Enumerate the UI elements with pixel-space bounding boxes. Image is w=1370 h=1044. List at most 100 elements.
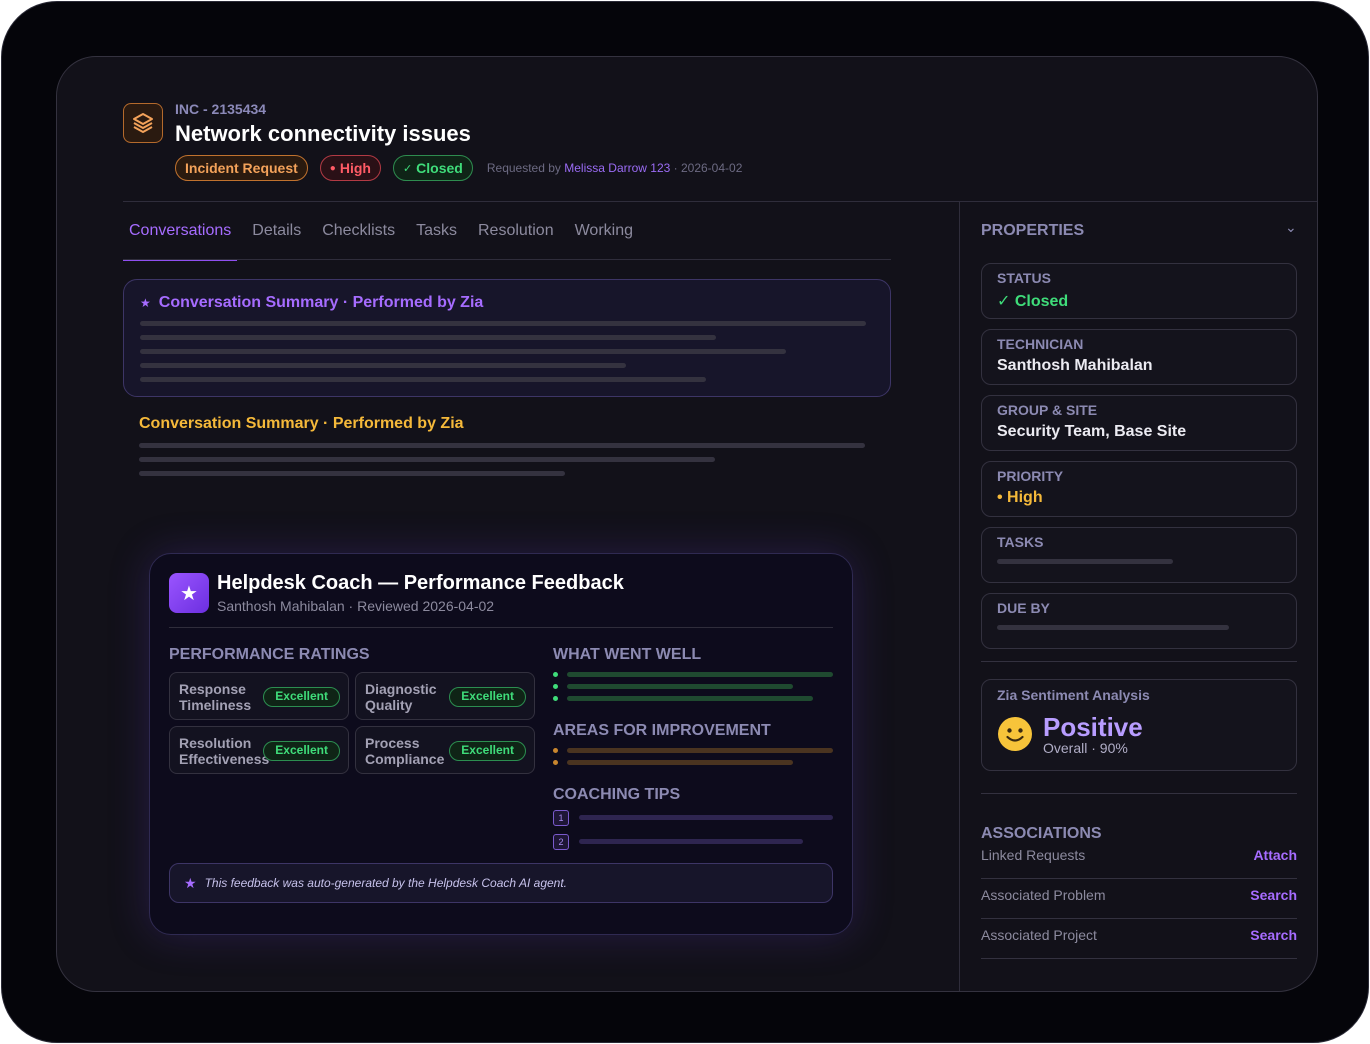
device-frame: INC - 2135434 Network connectivity issue…: [1, 1, 1369, 1043]
property-value: Security Team, Base Site: [997, 423, 1187, 440]
text-placeholder: [567, 672, 833, 677]
property-value: • High: [997, 489, 1043, 506]
association-name: Linked Requests: [981, 847, 1086, 863]
text-placeholder: [140, 321, 866, 326]
tab-conversations[interactable]: Conversations: [123, 221, 238, 261]
app-screen: INC - 2135434 Network connectivity issue…: [56, 56, 1318, 992]
zia-sentiment-card: Zia Sentiment Analysis Positive Overall …: [981, 679, 1297, 771]
ratings-heading: PERFORMANCE RATINGS: [169, 646, 370, 663]
bullet-amber: [553, 748, 558, 753]
text-placeholder: [997, 625, 1229, 630]
coach-star-icon: ★: [169, 573, 209, 613]
rating-value: Excellent: [449, 687, 526, 707]
property-priority[interactable]: PRIORITY • High: [981, 461, 1297, 517]
property-label: TECHNICIAN: [997, 336, 1084, 352]
sentiment-divider: [981, 793, 1297, 794]
rating-response-timeliness: Response Timeliness Excellent: [169, 672, 349, 720]
rating-value: Excellent: [263, 741, 340, 761]
conversation-summary-card: ★ Conversation Summary · Performed by Zia: [123, 279, 891, 397]
incident-title: Network connectivity issues: [175, 121, 471, 146]
sentiment-value: Positive: [1043, 712, 1143, 742]
rating-value: Excellent: [263, 687, 340, 707]
text-placeholder: [567, 760, 793, 765]
text-placeholder: [139, 471, 565, 476]
tab-tasks[interactable]: Tasks: [410, 221, 463, 261]
incident-id: INC - 2135434: [175, 101, 267, 117]
bullet-green: [553, 696, 558, 701]
rating-diagnostic-quality: Diagnostic Quality Excellent: [355, 672, 535, 720]
search-link[interactable]: Search: [1250, 927, 1297, 943]
text-placeholder: [579, 815, 833, 820]
summary-title: ★ Conversation Summary · Performed by Zia: [140, 294, 483, 312]
property-label: DUE BY: [997, 600, 1050, 616]
star-icon: ★: [184, 874, 197, 891]
tip-number: 1: [553, 810, 569, 826]
footnote-text: This feedback was auto-generated by the …: [204, 876, 568, 890]
tip-number: 2: [553, 834, 569, 850]
association-problem: Associated Problem Search: [981, 879, 1297, 919]
text-placeholder: [139, 457, 715, 462]
text-placeholder: [579, 839, 803, 844]
tips-heading: COACHING TIPS: [553, 786, 681, 803]
association-project: Associated Project Search: [981, 919, 1297, 959]
property-label: TASKS: [997, 534, 1044, 550]
chevron-down-icon[interactable]: ⌄: [1285, 219, 1297, 236]
type-badge: Incident Request: [175, 155, 308, 181]
priority-dot-icon: ●: [329, 162, 336, 174]
property-value: ✓ Closed: [997, 293, 1069, 310]
coach-title: Helpdesk Coach — Performance Feedback: [217, 572, 624, 594]
requester-link[interactable]: Melissa Darrow 123: [564, 161, 670, 175]
status-badge-label: Closed: [416, 160, 463, 176]
smiley-icon: [998, 717, 1032, 751]
tab-checklists[interactable]: Checklists: [316, 221, 401, 261]
search-link[interactable]: Search: [1250, 887, 1297, 903]
requested-date: · 2026-04-02: [673, 161, 743, 175]
requested-by: Requested by Melissa Darrow 123 · 2026-0…: [487, 161, 743, 175]
bullet-amber: [553, 760, 558, 765]
association-name: Associated Problem: [981, 887, 1106, 903]
coach-footnote: ★ This feedback was auto-generated by th…: [169, 863, 833, 903]
tab-resolution[interactable]: Resolution: [472, 221, 560, 261]
properties-divider: [981, 661, 1297, 662]
property-tasks[interactable]: TASKS: [981, 527, 1297, 583]
property-status[interactable]: STATUS ✓ Closed: [981, 263, 1297, 319]
property-label: STATUS: [997, 270, 1051, 286]
text-placeholder: [997, 559, 1173, 564]
star-icon: ★: [140, 296, 151, 310]
status-badge: ✓ Closed: [392, 155, 473, 181]
property-label: PRIORITY: [997, 468, 1064, 484]
text-placeholder: [140, 349, 786, 354]
incident-badges: Incident Request ● High ✓ Closed Request…: [175, 155, 742, 181]
coach-subtitle: Santhosh Mahibalan · Reviewed 2026-04-02: [217, 598, 495, 614]
property-value: Santhosh Mahibalan: [997, 357, 1153, 374]
priority-badge-label: High: [339, 160, 371, 176]
tab-details[interactable]: Details: [246, 221, 307, 261]
tabs-underline: [123, 259, 891, 260]
text-placeholder: [567, 748, 833, 753]
property-group-site[interactable]: GROUP & SITE Security Team, Base Site: [981, 395, 1297, 451]
text-placeholder: [140, 363, 626, 368]
bullet-green: [553, 684, 558, 689]
tab-working[interactable]: Working: [569, 221, 639, 261]
text-placeholder: [140, 377, 706, 382]
coach-divider: [169, 627, 833, 628]
attach-link[interactable]: Attach: [1253, 847, 1297, 863]
text-placeholder: [567, 696, 813, 701]
layers-icon: [123, 103, 163, 143]
association-linked-requests: Linked Requests Attach: [981, 839, 1297, 879]
requested-by-prefix: Requested by: [486, 161, 561, 175]
rating-value: Excellent: [449, 741, 526, 761]
properties-heading: PROPERTIES: [981, 222, 1085, 239]
bullet-green: [553, 672, 558, 677]
went-well-heading: WHAT WENT WELL: [553, 646, 702, 663]
sentiment-score: Overall · 90%: [1043, 740, 1128, 756]
header-divider: [123, 201, 1317, 202]
property-due-by[interactable]: DUE BY: [981, 593, 1297, 649]
zia-label: Zia Sentiment Analysis: [997, 687, 1150, 703]
rating-resolution-effectiveness: Resolution Effectiveness Excellent: [169, 726, 349, 774]
property-technician[interactable]: TECHNICIAN Santhosh Mahibalan: [981, 329, 1297, 385]
improvement-heading: AREAS FOR IMPROVEMENT: [553, 722, 771, 739]
text-placeholder: [139, 443, 865, 448]
text-placeholder: [140, 335, 716, 340]
rating-process-compliance: Process Compliance Excellent: [355, 726, 535, 774]
